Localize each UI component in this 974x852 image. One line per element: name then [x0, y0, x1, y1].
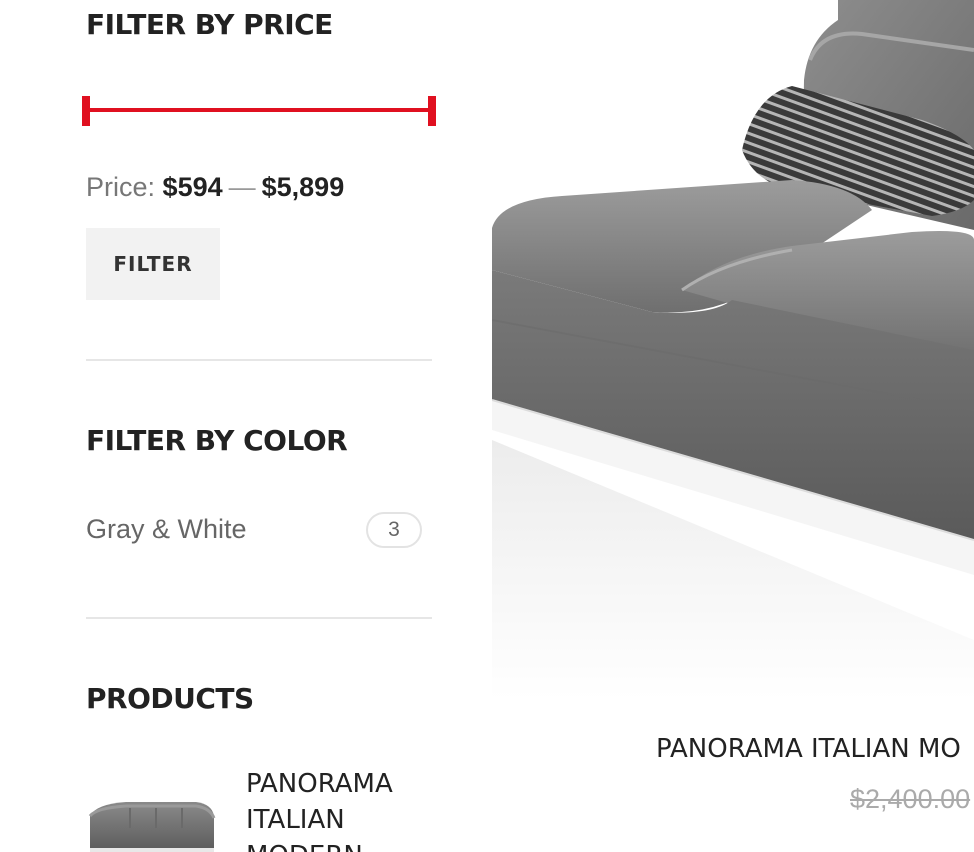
slider-min-handle[interactable]: [82, 96, 90, 126]
color-option-label[interactable]: Gray & White: [86, 514, 247, 545]
product-list-item[interactable]: PANORAMA ITALIAN MODERN: [86, 766, 432, 852]
price-filter-title: FILTER BY PRICE: [86, 8, 333, 41]
min-price-value: $594: [162, 172, 223, 202]
product-old-price: $2,400.00: [850, 784, 971, 814]
sofa-thumbnail-icon[interactable]: [86, 798, 216, 852]
slider-max-handle[interactable]: [428, 96, 436, 126]
divider: [86, 359, 432, 361]
slider-track[interactable]: [86, 108, 432, 112]
divider: [86, 617, 432, 619]
product-title-link[interactable]: PANORAMA ITALIAN MO: [656, 734, 961, 764]
max-price-value: $5,899: [261, 172, 345, 202]
product-list-item-name[interactable]: PANORAMA ITALIAN MODERN: [246, 766, 432, 852]
gray-sofa-image-icon[interactable]: [492, 0, 974, 700]
products-widget-title: PRODUCTS: [86, 682, 254, 715]
price-range-slider[interactable]: [82, 96, 436, 126]
color-count-badge: 3: [366, 512, 422, 548]
filter-button[interactable]: FILTER: [86, 228, 220, 300]
price-prefix: Price:: [86, 172, 156, 202]
price-range-label: Price: $594— $5,899: [86, 172, 344, 203]
price-separator: —: [228, 172, 256, 202]
color-option-gray-white[interactable]: Gray & White 3: [86, 512, 426, 552]
color-filter-title: FILTER BY COLOR: [86, 424, 348, 457]
shop-page: FILTER BY PRICE Price: $594— $5,899 FILTE…: [0, 0, 974, 852]
